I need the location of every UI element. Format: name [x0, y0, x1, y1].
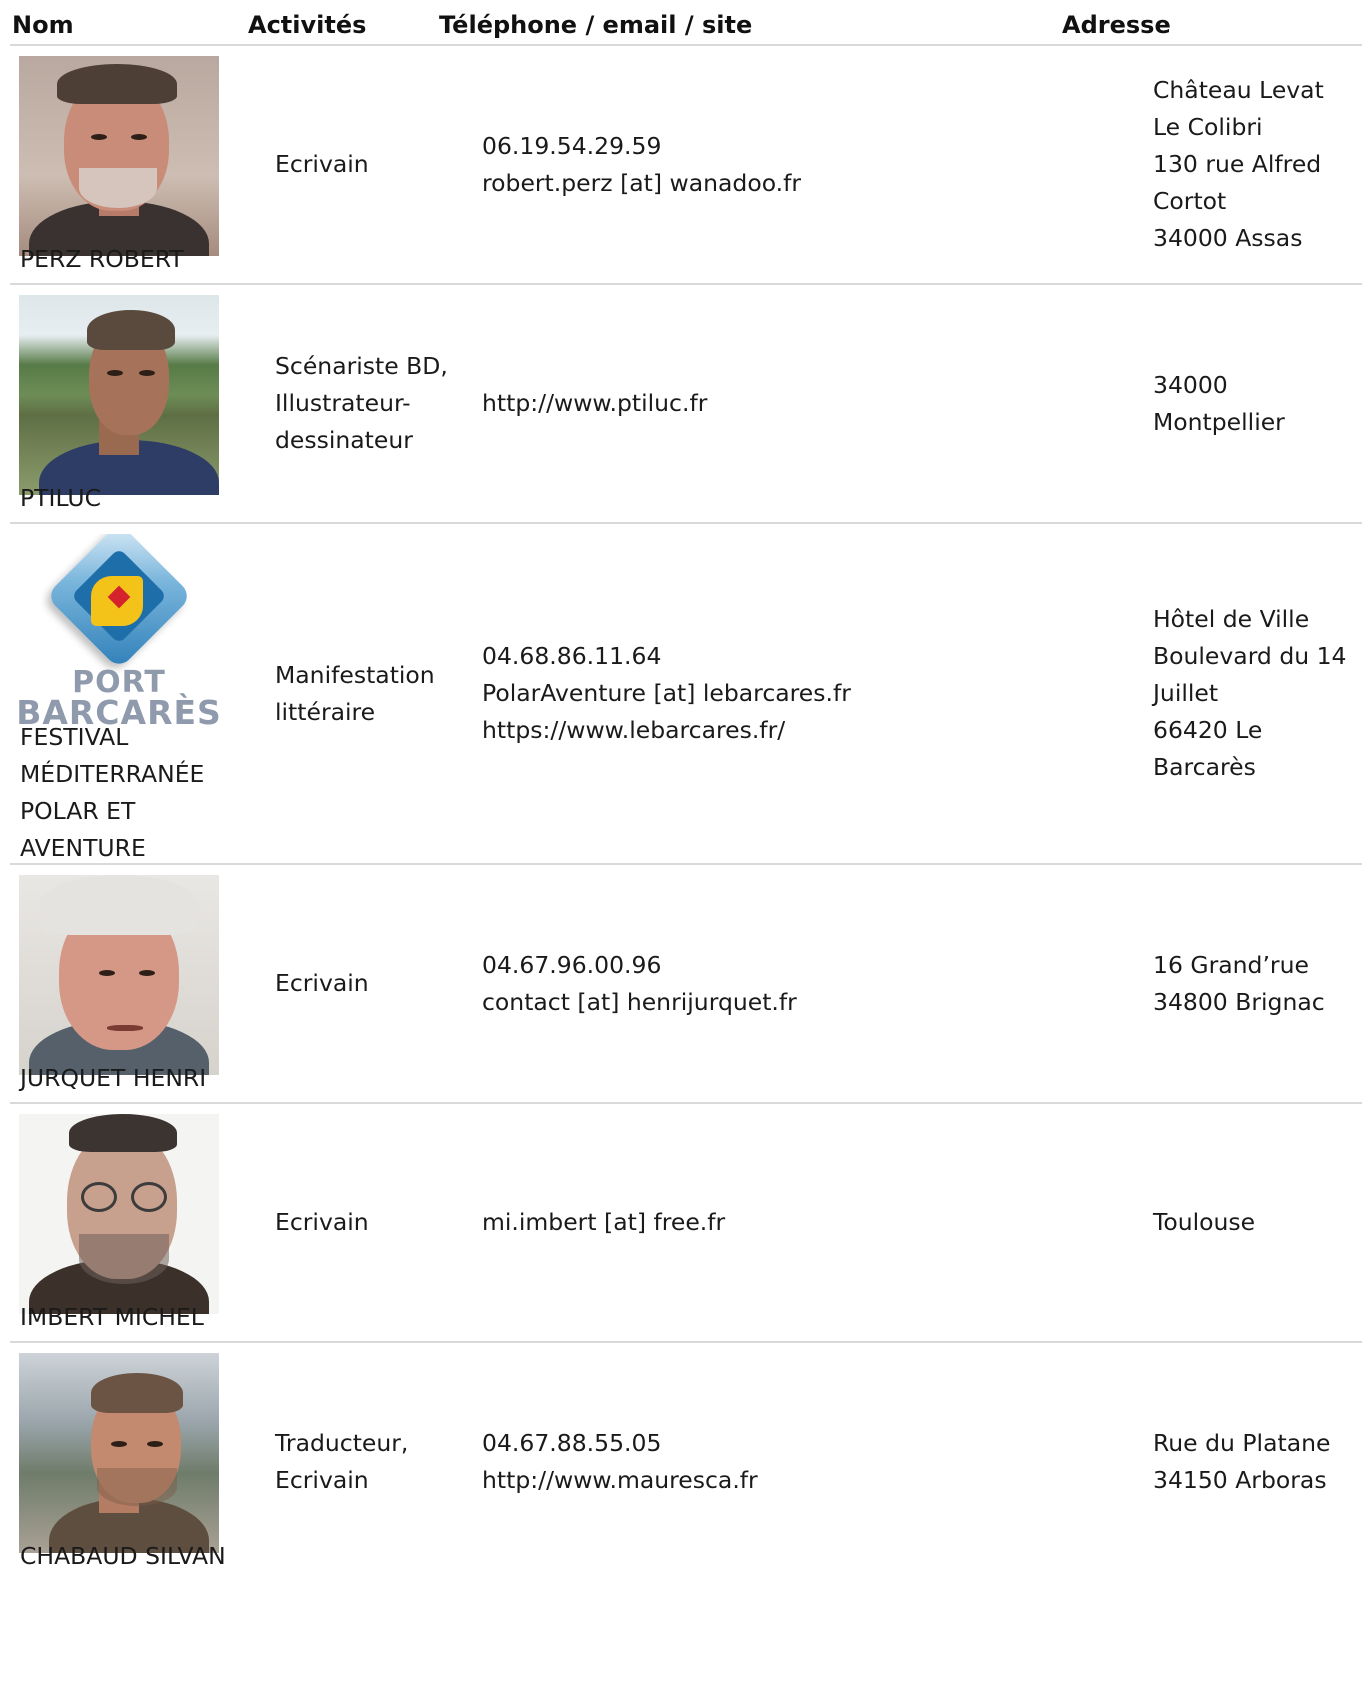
row-activity: Manifestation littéraire — [275, 524, 470, 863]
row-activity: Scénariste BD, Illustrateur- dessinateur — [275, 285, 470, 522]
address-text: Rue du Platane 34150 Arboras — [1153, 1428, 1331, 1494]
address-text: 16 Grand’rue 34800 Brignac — [1153, 950, 1325, 1016]
table-header: Nom Activités Téléphone / email / site A… — [10, 0, 1362, 46]
table-row: PORT BARCARÈS FESTIVAL MÉDITERRANÉE POLA… — [10, 524, 1362, 865]
row-name: CHABAUD SILVAN — [20, 1542, 226, 1570]
portrait-photo — [19, 56, 219, 256]
contact-text[interactable]: http://www.ptiluc.fr — [482, 385, 707, 422]
row-address: Château Levat Le Colibri 130 rue Alfred … — [1153, 46, 1363, 283]
row-address: Hôtel de Ville Boulevard du 14 Juillet 6… — [1153, 524, 1363, 863]
activity-text: Manifestation littéraire — [275, 660, 435, 726]
row-name: PERZ ROBERT — [20, 245, 184, 273]
row-contact: 04.67.88.55.05 http://www.mauresca.fr — [482, 1343, 1142, 1580]
table-row: IMBERT MICHEL Ecrivain mi.imbert [at] fr… — [10, 1104, 1362, 1343]
portrait-photo — [19, 875, 219, 1075]
row-contact: 04.67.96.00.96 contact [at] henrijurquet… — [482, 865, 1142, 1102]
contact-text[interactable]: 06.19.54.29.59 robert.perz [at] wanadoo.… — [482, 128, 801, 202]
row-contact: 04.68.86.11.64 PolarAventure [at] lebarc… — [482, 524, 1142, 863]
row-activity: Ecrivain — [275, 865, 470, 1102]
address-text: Château Levat Le Colibri 130 rue Alfred … — [1153, 76, 1324, 252]
row-address: Toulouse — [1153, 1104, 1363, 1341]
row-address: 34000 Montpellier — [1153, 285, 1363, 522]
row-address: Rue du Platane 34150 Arboras — [1153, 1343, 1363, 1580]
contact-text[interactable]: 04.67.96.00.96 contact [at] henrijurquet… — [482, 947, 797, 1021]
activity-text: Ecrivain — [275, 150, 369, 178]
address-text: Toulouse — [1153, 1208, 1256, 1236]
address-text: 34000 Montpellier — [1153, 370, 1285, 436]
table-row: PERZ ROBERT Ecrivain 06.19.54.29.59 robe… — [10, 46, 1362, 285]
portrait-photo — [19, 295, 219, 495]
header-adresse: Adresse — [1062, 11, 1171, 39]
portrait-photo — [19, 1353, 219, 1553]
row-name: PTILUC — [20, 484, 101, 512]
table-row: CHABAUD SILVAN Traducteur, Ecrivain 04.6… — [10, 1343, 1362, 1580]
contact-text[interactable]: 04.67.88.55.05 http://www.mauresca.fr — [482, 1425, 758, 1499]
row-contact: 06.19.54.29.59 robert.perz [at] wanadoo.… — [482, 46, 1142, 283]
row-activity: Ecrivain — [275, 46, 470, 283]
contact-text[interactable]: mi.imbert [at] free.fr — [482, 1204, 725, 1241]
activity-text: Ecrivain — [275, 969, 369, 997]
activity-text: Scénariste BD, Illustrateur- dessinateur — [275, 352, 448, 454]
table-row: PTILUC Scénariste BD, Illustrateur- dess… — [10, 285, 1362, 524]
contact-text[interactable]: 04.68.86.11.64 PolarAventure [at] lebarc… — [482, 638, 851, 749]
portrait-photo — [19, 1114, 219, 1314]
header-contact: Téléphone / email / site — [439, 11, 753, 39]
row-name: JURQUET HENRI — [20, 1064, 207, 1092]
header-nom: Nom — [12, 11, 74, 39]
row-activity: Ecrivain — [275, 1104, 470, 1341]
row-address: 16 Grand’rue 34800 Brignac — [1153, 865, 1363, 1102]
address-text: Hôtel de Ville Boulevard du 14 Juillet 6… — [1153, 605, 1347, 781]
port-barcares-logo: PORT BARCARÈS — [19, 534, 219, 734]
row-contact: http://www.ptiluc.fr — [482, 285, 1142, 522]
row-contact: mi.imbert [at] free.fr — [482, 1104, 1142, 1341]
row-name: IMBERT MICHEL — [20, 1303, 204, 1331]
directory-table: Nom Activités Téléphone / email / site A… — [10, 0, 1362, 1580]
row-activity: Traducteur, Ecrivain — [275, 1343, 470, 1580]
activity-text: Ecrivain — [275, 1208, 369, 1236]
activity-text: Traducteur, Ecrivain — [275, 1428, 409, 1494]
row-name: FESTIVAL MÉDITERRANÉE POLAR ET AVENTURE — [20, 723, 205, 862]
table-row: JURQUET HENRI Ecrivain 04.67.96.00.96 co… — [10, 865, 1362, 1104]
header-activites: Activités — [248, 11, 367, 39]
